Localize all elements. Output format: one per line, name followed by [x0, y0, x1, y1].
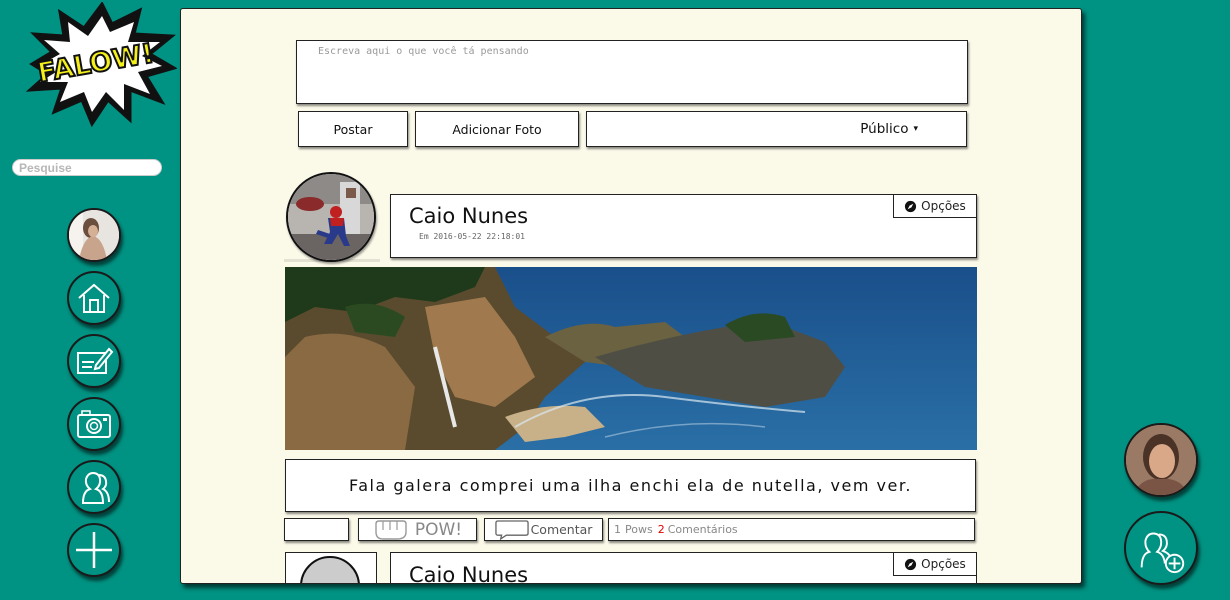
post2-options-label: Opções: [921, 557, 966, 571]
pow-label: POW!: [414, 519, 463, 540]
post-options-button[interactable]: Opções: [893, 194, 977, 218]
options-label: Opções: [921, 199, 966, 213]
home-button[interactable]: [67, 271, 121, 325]
post2-author-name[interactable]: Caio Nunes: [409, 563, 528, 583]
add-photo-label: Adicionar Foto: [452, 121, 542, 137]
post-author-avatar[interactable]: [286, 172, 376, 262]
home-icon: [78, 283, 110, 313]
comment-label: Comentar: [530, 522, 593, 537]
post2-options-button[interactable]: Opções: [893, 552, 977, 576]
action-spacer: [284, 518, 349, 541]
fist-icon: [375, 519, 407, 540]
add-friend-icon: [1140, 532, 1185, 574]
plus-icon: [76, 532, 112, 568]
write-icon: [77, 347, 114, 374]
post-image[interactable]: [285, 267, 977, 450]
compass-icon: [905, 200, 917, 212]
privacy-label: Público: [860, 121, 909, 137]
falow-logo[interactable]: FALOW!: [12, 1, 178, 128]
post2-header: Caio Nunes Opções: [390, 552, 977, 583]
landscape-photo: [285, 267, 977, 450]
compass-icon: [905, 558, 917, 570]
feed-panel: Postar Adicionar Foto Público ▾ Caio Nun…: [180, 8, 1082, 584]
pows-label: Pows: [625, 523, 653, 536]
camera-icon: [77, 410, 111, 438]
profile-photo: [69, 210, 119, 260]
search-input[interactable]: [12, 159, 162, 176]
add-photo-button[interactable]: Adicionar Foto: [415, 111, 579, 147]
pow-button[interactable]: POW!: [358, 518, 477, 541]
comments-count: 2: [657, 523, 665, 536]
post-header: Caio Nunes Em 2016-05-22 22:18:01 Opções: [390, 194, 977, 258]
write-button[interactable]: [67, 334, 121, 388]
post-stats[interactable]: 1 Pows 2 Comentários: [608, 518, 975, 541]
speech-bubble-icon: [494, 520, 529, 540]
chevron-down-icon: ▾: [913, 124, 918, 134]
author-photo: [288, 174, 374, 260]
add-friend-button[interactable]: [1124, 511, 1198, 585]
profile-avatar-button[interactable]: [67, 208, 121, 262]
friend-photo: [1126, 425, 1196, 495]
friend-avatar[interactable]: [1124, 423, 1198, 497]
status-input[interactable]: [296, 40, 968, 104]
pows-count: 1: [614, 523, 621, 536]
camera-button[interactable]: [67, 397, 121, 451]
caption-text: Fala galera comprei uma ilha enchi ela d…: [348, 476, 913, 495]
friends-icon: [81, 471, 110, 504]
post-author-name[interactable]: Caio Nunes: [409, 204, 528, 228]
friends-button[interactable]: [67, 460, 121, 514]
comment-button[interactable]: Comentar: [484, 518, 603, 541]
post-button-label: Postar: [333, 121, 373, 137]
post-button[interactable]: Postar: [298, 111, 408, 147]
privacy-select[interactable]: Público ▾: [586, 111, 967, 147]
post2-author-avatar: [300, 556, 360, 583]
add-button[interactable]: [67, 523, 121, 577]
comments-label: Comentários: [667, 523, 738, 536]
post2-avatar-box[interactable]: [285, 552, 377, 583]
post-caption: Fala galera comprei uma ilha enchi ela d…: [285, 459, 976, 512]
post-date: Em 2016-05-22 22:18:01: [419, 232, 525, 241]
